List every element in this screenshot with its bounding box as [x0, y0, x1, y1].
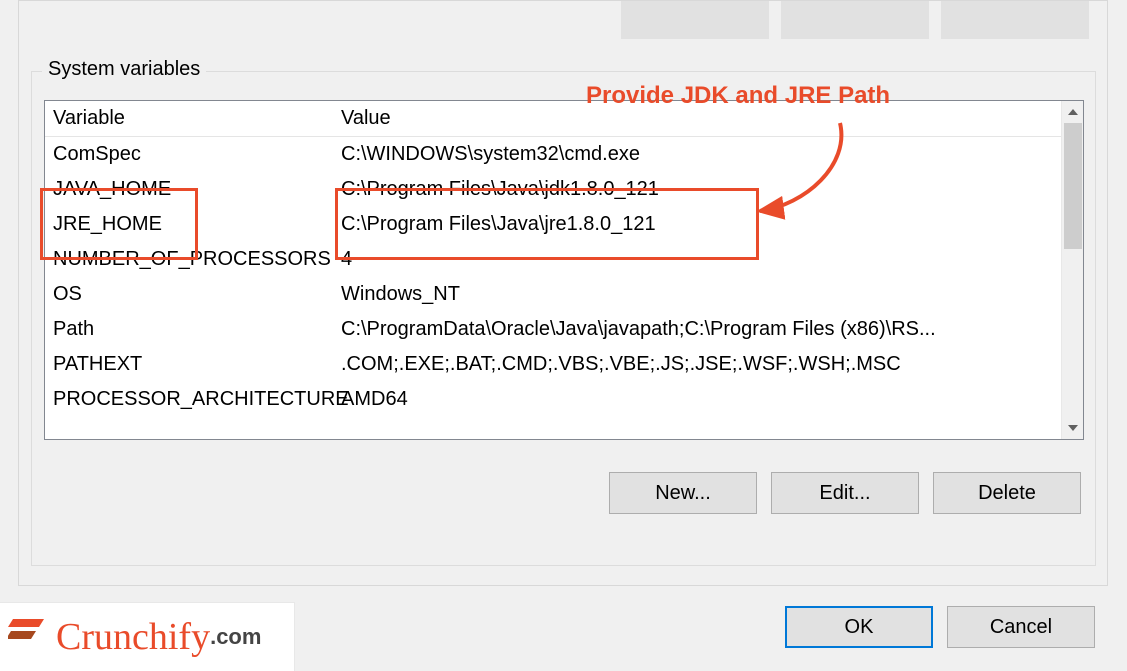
cell-value: C:\Program Files\Java\jre1.8.0_121 — [335, 213, 1061, 236]
cell-value: C:\WINDOWS\system32\cmd.exe — [335, 143, 1061, 166]
cell-variable: NUMBER_OF_PROCESSORS — [45, 248, 335, 271]
ok-button[interactable]: OK — [785, 606, 933, 648]
cell-value: .COM;.EXE;.BAT;.CMD;.VBS;.VBE;.JS;.JSE;.… — [335, 353, 1061, 376]
crunchify-logo: Crunchify .com — [0, 602, 295, 671]
cell-value: C:\Program Files\Java\jdk1.8.0_121 — [335, 178, 1061, 201]
cell-variable: JAVA_HOME — [45, 178, 335, 201]
cell-value: Windows_NT — [335, 283, 1061, 306]
cancel-button[interactable]: Cancel — [947, 606, 1095, 648]
logo-icon — [8, 615, 50, 659]
new-button[interactable]: New... — [609, 472, 757, 514]
table-row[interactable]: PATHEXT .COM;.EXE;.BAT;.CMD;.VBS;.VBE;.J… — [45, 347, 1061, 382]
edit-button[interactable]: Edit... — [771, 472, 919, 514]
table-row[interactable]: PROCESSOR_ARCHITECTURE AMD64 — [45, 382, 1061, 417]
ghost-button[interactable] — [781, 1, 929, 39]
table-row[interactable]: OS Windows_NT — [45, 277, 1061, 312]
table-header-row[interactable]: Variable Value — [45, 101, 1061, 137]
scroll-thumb[interactable] — [1064, 123, 1082, 249]
scroll-down-icon[interactable] — [1062, 417, 1084, 439]
cell-variable: ComSpec — [45, 143, 335, 166]
vertical-scrollbar[interactable] — [1061, 101, 1083, 439]
ghost-button[interactable] — [621, 1, 769, 39]
table-row[interactable]: JAVA_HOME C:\Program Files\Java\jdk1.8.0… — [45, 172, 1061, 207]
scroll-up-icon[interactable] — [1062, 101, 1084, 123]
system-vars-button-row: New... Edit... Delete — [609, 472, 1081, 514]
cell-variable: PATHEXT — [45, 353, 335, 376]
table-row[interactable]: Path C:\ProgramData\Oracle\Java\javapath… — [45, 312, 1061, 347]
annotation-label: Provide JDK and JRE Path — [586, 82, 890, 110]
system-variables-table[interactable]: Variable Value ComSpec C:\WINDOWS\system… — [44, 100, 1084, 440]
table-row[interactable]: JRE_HOME C:\Program Files\Java\jre1.8.0_… — [45, 207, 1061, 242]
cell-variable: OS — [45, 283, 335, 306]
table-row[interactable]: NUMBER_OF_PROCESSORS 4 — [45, 242, 1061, 277]
cell-value: AMD64 — [335, 388, 1061, 411]
cell-variable: JRE_HOME — [45, 213, 335, 236]
logo-tld: .com — [210, 624, 261, 650]
cell-value: C:\ProgramData\Oracle\Java\javapath;C:\P… — [335, 318, 1061, 341]
table-row[interactable]: ComSpec C:\WINDOWS\system32\cmd.exe — [45, 137, 1061, 172]
cell-variable: Path — [45, 318, 335, 341]
system-variables-group: System variables Variable Value ComSpec … — [31, 71, 1096, 566]
environment-variables-panel: System variables Variable Value ComSpec … — [18, 0, 1108, 586]
col-header-value[interactable]: Value — [335, 107, 1061, 130]
ghost-button[interactable] — [941, 1, 1089, 39]
dialog-button-row: OK Cancel — [785, 606, 1095, 648]
cell-value: 4 — [335, 248, 1061, 271]
cell-variable: PROCESSOR_ARCHITECTURE — [45, 388, 335, 411]
user-vars-button-row — [621, 1, 1089, 39]
col-header-variable[interactable]: Variable — [45, 107, 335, 130]
table-body: Variable Value ComSpec C:\WINDOWS\system… — [45, 101, 1061, 439]
delete-button[interactable]: Delete — [933, 472, 1081, 514]
logo-brand: Crunchify — [56, 615, 210, 659]
group-label: System variables — [42, 58, 206, 81]
